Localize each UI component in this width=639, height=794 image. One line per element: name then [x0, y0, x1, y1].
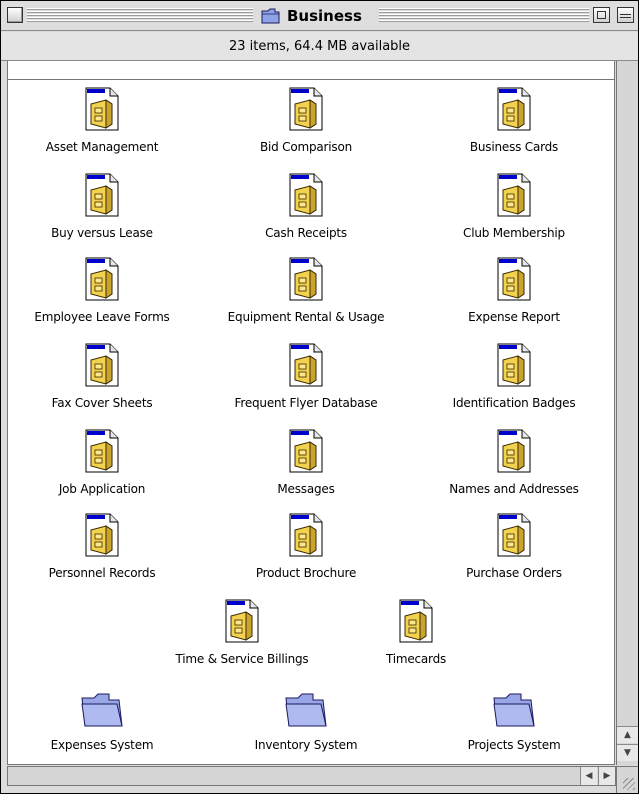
filemaker-doc-icon[interactable] [286, 86, 326, 132]
file-item[interactable]: Product Brochure [206, 508, 406, 588]
filemaker-doc-icon[interactable] [82, 86, 122, 132]
item-label[interactable]: Projects System [468, 738, 561, 752]
item-label[interactable]: Messages [277, 482, 334, 496]
item-label[interactable]: Expenses System [51, 738, 154, 752]
scroll-left-arrow-icon[interactable]: ◀ [580, 767, 597, 785]
icon-view[interactable]: Asset Management Bid Comparison Business… [7, 79, 615, 765]
filemaker-doc-icon[interactable] [494, 86, 534, 132]
filemaker-doc-icon[interactable] [82, 428, 122, 474]
item-label[interactable]: Cash Receipts [265, 226, 347, 240]
item-label[interactable]: Inventory System [255, 738, 358, 752]
file-item[interactable]: Time & Service Billings [142, 594, 342, 674]
item-label[interactable]: Job Application [59, 482, 146, 496]
zoom-box-button[interactable] [593, 7, 610, 23]
file-item[interactable]: Identification Badges [414, 338, 614, 418]
finder-window: Business 23 items, 64.4 MB available Ass… [0, 0, 639, 794]
item-label[interactable]: Bid Comparison [260, 140, 352, 154]
file-item[interactable]: Personnel Records [2, 508, 202, 588]
file-item[interactable]: Messages [206, 424, 406, 504]
file-item[interactable]: Cash Receipts [206, 168, 406, 248]
filemaker-doc-icon[interactable] [82, 172, 122, 218]
item-label[interactable]: Identification Badges [453, 396, 576, 410]
file-item[interactable]: Fax Cover Sheets [2, 338, 202, 418]
file-item[interactable]: Employee Leave Forms [2, 252, 202, 332]
item-label[interactable]: Expense Report [468, 310, 560, 324]
folder-item[interactable]: Projects System [414, 680, 614, 760]
item-label[interactable]: Timecards [386, 652, 446, 666]
filemaker-doc-icon[interactable] [286, 512, 326, 558]
item-label[interactable]: Equipment Rental & Usage [228, 310, 385, 324]
item-label[interactable]: Personnel Records [49, 566, 156, 580]
file-item[interactable]: Equipment Rental & Usage [206, 252, 406, 332]
file-item[interactable]: Bid Comparison [206, 82, 406, 162]
title-bar-stripes [27, 8, 253, 23]
file-item[interactable]: Expense Report [414, 252, 614, 332]
item-label[interactable]: Frequent Flyer Database [235, 396, 378, 410]
filemaker-doc-icon[interactable] [396, 598, 436, 644]
item-label[interactable]: Buy versus Lease [51, 226, 153, 240]
filemaker-doc-icon[interactable] [494, 512, 534, 558]
folder-icon[interactable] [491, 690, 537, 730]
filemaker-doc-icon[interactable] [494, 428, 534, 474]
item-label[interactable]: Asset Management [46, 140, 159, 154]
status-text: 23 items, 64.4 MB available [228, 38, 411, 54]
close-box-button[interactable] [7, 7, 23, 23]
folder-item[interactable]: Inventory System [206, 680, 406, 760]
file-item[interactable]: Names and Addresses [414, 424, 614, 504]
file-item[interactable]: Asset Management [2, 82, 202, 162]
vertical-scrollbar[interactable]: ▲ ▼ [616, 61, 638, 765]
title-bar[interactable]: Business [1, 1, 638, 31]
horizontal-scrollbar[interactable]: ◀ ▶ [7, 766, 616, 786]
item-label[interactable]: Purchase Orders [466, 566, 562, 580]
filemaker-doc-icon[interactable] [222, 598, 262, 644]
file-item[interactable]: Purchase Orders [414, 508, 614, 588]
scroll-right-arrow-icon[interactable]: ▶ [598, 767, 615, 785]
file-item[interactable]: Business Cards [414, 82, 614, 162]
item-label[interactable]: Club Membership [463, 226, 565, 240]
file-item[interactable]: Club Membership [414, 168, 614, 248]
folder-icon [261, 8, 280, 24]
status-bar: 23 items, 64.4 MB available [1, 32, 638, 61]
filemaker-doc-icon[interactable] [82, 256, 122, 302]
file-item[interactable]: Job Application [2, 424, 202, 504]
folder-item[interactable]: Expenses System [2, 680, 202, 760]
filemaker-doc-icon[interactable] [494, 172, 534, 218]
filemaker-doc-icon[interactable] [286, 342, 326, 388]
window-title: Business [255, 4, 368, 28]
filemaker-doc-icon[interactable] [82, 512, 122, 558]
filemaker-doc-icon[interactable] [494, 256, 534, 302]
file-item[interactable]: Buy versus Lease [2, 168, 202, 248]
filemaker-doc-icon[interactable] [494, 342, 534, 388]
filemaker-doc-icon[interactable] [82, 342, 122, 388]
filemaker-doc-icon[interactable] [286, 256, 326, 302]
filemaker-doc-icon[interactable] [286, 428, 326, 474]
collapse-box-button[interactable] [617, 7, 634, 23]
item-label[interactable]: Time & Service Billings [176, 652, 309, 666]
scroll-up-arrow-icon[interactable]: ▲ [617, 726, 638, 743]
file-item[interactable]: Timecards [316, 594, 516, 674]
filemaker-doc-icon[interactable] [286, 172, 326, 218]
item-label[interactable]: Fax Cover Sheets [52, 396, 153, 410]
item-label[interactable]: Product Brochure [256, 566, 356, 580]
folder-icon[interactable] [283, 690, 329, 730]
item-label[interactable]: Business Cards [470, 140, 558, 154]
file-item[interactable]: Frequent Flyer Database [206, 338, 406, 418]
item-label[interactable]: Names and Addresses [449, 482, 579, 496]
scroll-down-arrow-icon[interactable]: ▼ [617, 744, 638, 761]
folder-icon[interactable] [79, 690, 125, 730]
content-area-top [7, 61, 615, 79]
title-bar-stripes [379, 8, 589, 23]
window-title-text: Business [287, 7, 362, 25]
resize-grip-icon[interactable] [616, 766, 638, 793]
item-label[interactable]: Employee Leave Forms [34, 310, 169, 324]
